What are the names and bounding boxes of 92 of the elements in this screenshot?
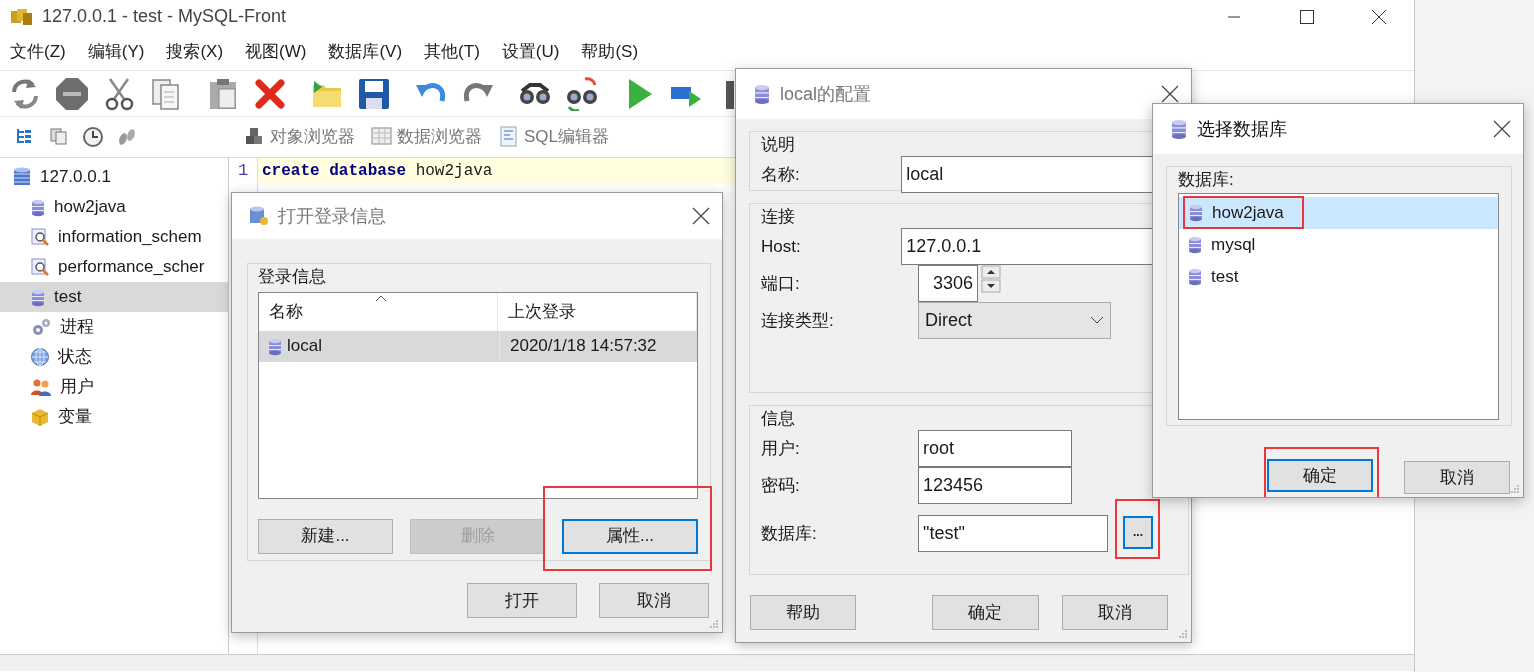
chevron-down-icon [1090, 316, 1104, 324]
close-icon[interactable] [692, 207, 710, 225]
dropdown[interactable]: Direct [918, 301, 1111, 339]
last-login-time: 2020/1/18 14:57:32 [509, 335, 657, 358]
menu-item[interactable]: 文件(Z) [10, 38, 66, 65]
group-title: 信息 [761, 409, 797, 429]
database-key-icon [248, 205, 270, 227]
field-label: 数据库: [761, 522, 818, 545]
close-icon[interactable] [1161, 85, 1179, 103]
dialog-title: 打开登录信息 [278, 204, 386, 228]
column-header[interactable]: 上次登录 [498, 292, 697, 331]
dialog-button[interactable]: 取消 [599, 583, 709, 618]
dialog-button[interactable]: 确定 [1267, 459, 1373, 492]
menu-item[interactable]: 帮助(S) [581, 38, 639, 65]
database-icon [1187, 235, 1203, 254]
database-icon [752, 83, 772, 105]
resize-grip-icon [1179, 630, 1188, 639]
group-title: 说明 [761, 135, 797, 155]
view-tab[interactable]: 对象浏览器 [270, 124, 355, 150]
tree-item[interactable]: test [0, 282, 228, 312]
resize-grip-icon [1511, 485, 1520, 494]
dialog-button[interactable]: 打开 [467, 583, 577, 618]
menu-item[interactable]: 设置(U) [501, 38, 560, 65]
table-search-icon [30, 257, 50, 277]
field-label: 用户: [761, 437, 801, 460]
connection-name: local [287, 335, 322, 358]
group-title: 登录信息 [258, 267, 328, 287]
window-title: 127.0.0.1 - test - MySQL-Front [42, 5, 287, 28]
database-icon [1187, 267, 1203, 286]
tree-item[interactable]: 变量 [0, 402, 228, 432]
clock-icon[interactable] [82, 126, 104, 148]
column-header[interactable]: 名称 [259, 292, 303, 331]
binoculars-arrows-icon[interactable] [565, 76, 599, 111]
menu-item[interactable]: 其他(T) [424, 38, 480, 65]
app-logo-icon [10, 6, 34, 27]
globe-icon [30, 347, 50, 367]
database-server-icon [12, 167, 32, 187]
dialog-button[interactable]: 取消 [1404, 461, 1510, 494]
tree-item[interactable]: 用户 [0, 372, 228, 402]
save-icon[interactable] [357, 76, 391, 111]
close-icon[interactable] [1493, 120, 1511, 138]
tree-item[interactable]: how2java [0, 192, 228, 222]
field-label: 端口: [761, 272, 801, 295]
spin-buttons-icon[interactable] [981, 264, 1001, 293]
tree-item[interactable]: 127.0.0.1 [0, 162, 228, 192]
field-label: Host: [761, 235, 802, 258]
tree-item[interactable]: 状态 [0, 342, 228, 372]
line-number: 1 [236, 160, 250, 182]
menu-item[interactable]: 编辑(Y) [87, 38, 145, 65]
gears-icon [30, 317, 52, 337]
dialog-button[interactable]: 属性... [562, 518, 698, 554]
delete-icon[interactable] [253, 76, 287, 111]
table-search-icon [30, 227, 50, 247]
pages-icon[interactable] [48, 126, 70, 148]
list-item[interactable]: how2java [1179, 196, 1498, 229]
input-field[interactable]: 3306 [918, 264, 978, 302]
field-label: 连接类型: [761, 309, 835, 332]
resize-grip-icon [710, 620, 719, 629]
database-icon [30, 197, 46, 217]
footprints-icon[interactable] [116, 126, 138, 148]
list-row[interactable]: local 2020/1/18 14:57:32 [259, 330, 697, 362]
database-icon [1169, 118, 1189, 140]
tree-item[interactable]: information_schem [0, 222, 228, 252]
field-label: 密码: [761, 474, 801, 497]
tree-item[interactable]: 进程 [0, 312, 228, 342]
input-field[interactable]: root [918, 429, 1072, 467]
group-title: 连接 [761, 207, 797, 227]
input-field[interactable]: 123456 [918, 466, 1072, 504]
view-tab[interactable]: 数据浏览器 [397, 124, 482, 150]
dialog-button[interactable]: 取消 [1061, 595, 1168, 630]
box-icon [30, 407, 50, 427]
database-icon [267, 336, 283, 356]
highlight-frame: how2java [1183, 195, 1304, 230]
field-label: 名称: [761, 163, 801, 186]
database-icon [1188, 203, 1204, 222]
input-field[interactable]: "test" [918, 514, 1108, 552]
users-icon [30, 378, 52, 396]
dialog-button[interactable]: 帮助 [750, 595, 857, 630]
tree-item[interactable]: performance_scher [0, 252, 228, 282]
maximize-icon[interactable] [1299, 8, 1315, 25]
database-icon [30, 287, 46, 307]
dialog-title: 选择数据库 [1197, 117, 1287, 141]
close-icon[interactable] [1371, 8, 1387, 25]
menu-item[interactable]: 搜索(X) [166, 38, 224, 65]
dialog-title: local的配置 [780, 82, 872, 106]
menu-item[interactable]: 视图(W) [245, 38, 307, 65]
menu-item[interactable]: 数据库(V) [328, 38, 403, 65]
stop-icon[interactable] [55, 76, 89, 111]
view-tab[interactable]: SQL编辑器 [524, 124, 610, 150]
browse-button[interactable]: ... [1123, 515, 1153, 549]
dialog-button[interactable]: 新建... [258, 518, 393, 554]
dialog-button[interactable]: 确定 [932, 595, 1039, 630]
